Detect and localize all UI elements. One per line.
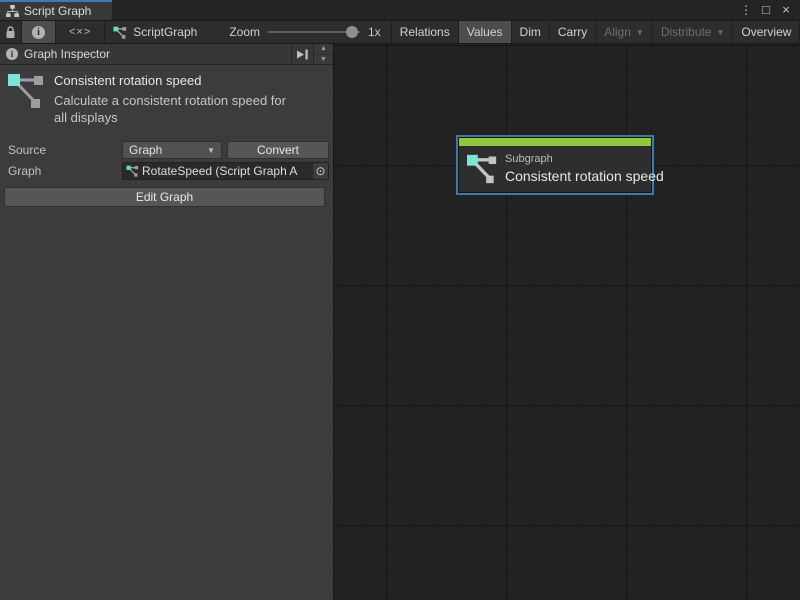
- graph-inspector-titlebar: i Graph Inspector: [0, 44, 292, 64]
- close-icon[interactable]: ×: [778, 1, 794, 19]
- lock-button[interactable]: [0, 21, 21, 43]
- maximize-icon[interactable]: □: [758, 1, 774, 19]
- zoom-slider[interactable]: [268, 25, 360, 39]
- graph-inspector-header: i Graph Inspector ▲ ▼: [0, 44, 333, 65]
- node-kind-label: Subgraph: [505, 153, 664, 165]
- subgraph-node-body: Subgraph Consistent rotation speed: [459, 146, 651, 192]
- graph-inspector-panel: i Graph Inspector ▲ ▼: [0, 44, 334, 600]
- subgraph-node[interactable]: Subgraph Consistent rotation speed: [456, 135, 654, 195]
- zoom-label: Zoom: [229, 25, 260, 39]
- align-dropdown[interactable]: Align ▼: [596, 21, 652, 43]
- graph-icon: [8, 73, 44, 109]
- graph-title: Consistent rotation speed: [54, 73, 293, 88]
- graph-canvas[interactable]: Subgraph Consistent rotation speed: [334, 44, 800, 600]
- scroll-down-icon[interactable]: ▼: [314, 55, 333, 65]
- window-controls: ⋮ □ ×: [738, 0, 800, 20]
- info-icon: i: [6, 48, 18, 60]
- node-title: Consistent rotation speed: [505, 168, 664, 184]
- tab-title: Script Graph: [24, 4, 91, 18]
- main-area: i Graph Inspector ▲ ▼: [0, 44, 800, 600]
- inspector-toggle-button[interactable]: i: [22, 21, 55, 43]
- carry-button[interactable]: Carry: [550, 21, 595, 43]
- chevron-down-icon: ▼: [717, 28, 725, 37]
- graph-summary: Consistent rotation speed Calculate a co…: [0, 65, 333, 137]
- graph-icon: [113, 26, 127, 39]
- code-icon: <×>: [69, 26, 91, 38]
- breadcrumb-label: ScriptGraph: [133, 25, 197, 39]
- dim-button[interactable]: Dim: [512, 21, 549, 43]
- code-view-button[interactable]: <×>: [56, 21, 104, 43]
- panel-scroll-buttons: ▲ ▼: [314, 44, 333, 64]
- graph-object-field[interactable]: RotateSpeed (Script Graph A ⊙: [122, 162, 329, 180]
- edit-graph-button[interactable]: Edit Graph: [4, 187, 325, 207]
- zoom-control: Zoom 1x: [207, 21, 390, 43]
- window-menu-icon[interactable]: ⋮: [738, 1, 754, 19]
- chevron-down-icon: ▼: [636, 28, 644, 37]
- chevron-down-icon: ▼: [207, 146, 215, 155]
- zoom-value: 1x: [368, 25, 385, 39]
- relations-button[interactable]: Relations: [392, 21, 458, 43]
- values-button[interactable]: Values: [459, 21, 511, 43]
- graph-description: Calculate a consistent rotation speed fo…: [54, 93, 293, 127]
- scroll-up-icon[interactable]: ▲: [314, 44, 333, 55]
- window-tab-bar: Script Graph ⋮ □ ×: [0, 0, 800, 20]
- distribute-label: Distribute: [661, 25, 712, 39]
- graph-field-label: Graph: [0, 164, 122, 178]
- source-row: Source Graph ▼ Convert: [0, 141, 329, 160]
- info-icon: i: [32, 26, 45, 39]
- source-label: Source: [0, 143, 122, 157]
- tab-script-graph[interactable]: Script Graph: [0, 0, 112, 20]
- zoom-slider-knob[interactable]: [346, 26, 358, 38]
- distribute-dropdown[interactable]: Distribute ▼: [653, 21, 733, 43]
- subgraph-node-text: Subgraph Consistent rotation speed: [505, 153, 664, 184]
- lock-icon: [5, 26, 16, 39]
- panel-title: Graph Inspector: [24, 47, 110, 61]
- graph-summary-text: Consistent rotation speed Calculate a co…: [54, 73, 293, 127]
- source-dropdown-value: Graph: [129, 143, 162, 157]
- dock-icon: [296, 48, 309, 61]
- align-label: Align: [604, 25, 631, 39]
- subgraph-node-header: [459, 138, 651, 146]
- graph-row: Graph RotateSpeed (Script Graph A: [0, 162, 329, 181]
- inspector-form: Source Graph ▼ Convert Graph: [0, 137, 333, 207]
- script-graph-window: Script Graph ⋮ □ × i <×>: [0, 0, 800, 600]
- graph-object-value: RotateSpeed (Script Graph A: [142, 164, 310, 178]
- convert-button[interactable]: Convert: [227, 141, 329, 159]
- source-dropdown[interactable]: Graph ▼: [122, 141, 222, 159]
- dock-panel-button[interactable]: [292, 44, 314, 64]
- overview-button[interactable]: Overview: [733, 21, 799, 43]
- graph-toolbar: i <×> ScriptGraph Zoom 1x Re: [0, 20, 800, 44]
- graph-icon: [467, 154, 497, 184]
- object-picker-icon[interactable]: ⊙: [313, 163, 328, 179]
- breadcrumb[interactable]: ScriptGraph: [105, 21, 207, 43]
- script-graph-tab-icon: [6, 5, 19, 17]
- graph-icon: [126, 165, 139, 177]
